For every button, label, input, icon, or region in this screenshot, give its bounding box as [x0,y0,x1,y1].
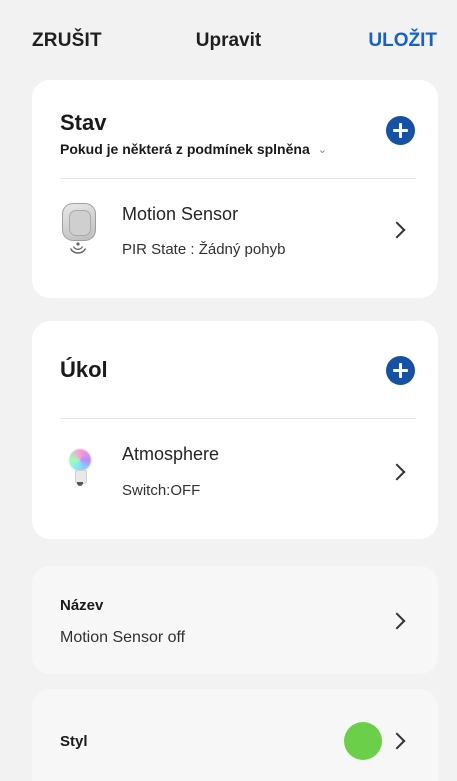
name-label: Název [60,597,104,614]
save-button[interactable]: ULOŽIT [368,30,437,52]
bulb-tip [77,482,83,486]
style-row[interactable]: Styl [32,689,438,781]
name-row[interactable]: Název Motion Sensor off [32,566,438,674]
light-bulb-icon [69,449,91,489]
condition-item-motion-sensor[interactable]: Motion Sensor PIR State : Žádný pohyb [32,179,438,298]
condition-title: Stav [60,110,107,135]
task-item-atmosphere[interactable]: Atmosphere Switch:OFF [32,419,438,539]
task-card: Úkol Atmosphere Switch:OFF [32,321,438,539]
style-label: Styl [60,733,88,750]
condition-mode-selector[interactable]: Pokud je některá z podmínek splněna ⌄ [60,141,327,157]
chevron-down-icon: ⌄ [317,144,327,156]
task-title: Úkol [60,357,108,382]
chevron-right-icon [388,612,406,630]
condition-device-state: PIR State : Žádný pohyb [122,241,286,258]
condition-device-name: Motion Sensor [122,204,239,224]
task-device-action: Switch:OFF [122,482,201,499]
name-value: Motion Sensor off [60,629,186,646]
condition-mode-label: Pokud je některá z podmínek splněna [60,141,310,157]
condition-card: Stav Pokud je některá z podmínek splněna… [32,80,438,298]
motion-sensor-icon [59,203,99,255]
add-task-button[interactable] [386,356,415,385]
chevron-right-icon [388,732,406,750]
signal-waves-icon [69,242,87,254]
task-device-name: Atmosphere [122,444,220,464]
style-color-swatch [344,722,382,760]
chevron-right-icon [388,221,406,239]
sensor-body [62,203,96,241]
chevron-right-icon [388,463,406,481]
add-condition-button[interactable] [386,116,415,145]
bulb-glass [69,449,91,471]
top-bar: ZRUŠIT Upravit ULOŽIT [0,0,457,78]
